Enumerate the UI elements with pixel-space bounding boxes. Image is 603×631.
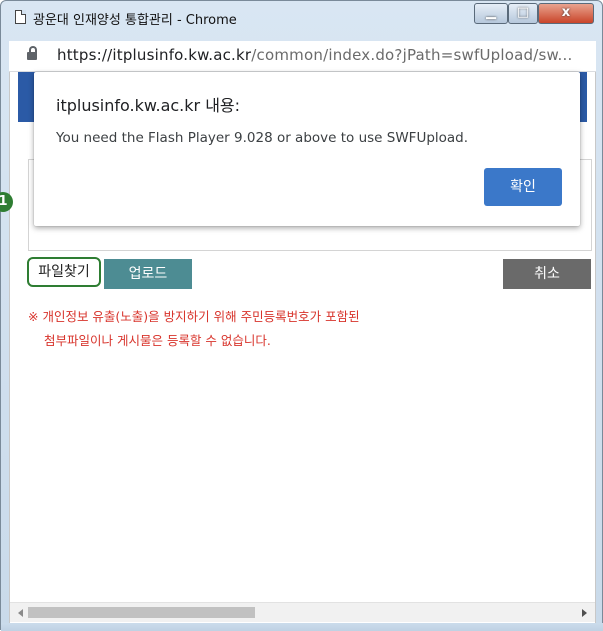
window-title: 광운대 인재양성 통합관리 - Chrome [33, 13, 237, 28]
alert-title: itplusinfo.kw.ac.kr 내용: [56, 96, 241, 115]
minimize-icon: ▁ [486, 5, 496, 20]
notice-line-2: 첨부파일이나 게시물은 등록할 수 없습니다. [44, 333, 271, 348]
close-button[interactable]: x [538, 3, 594, 24]
url-host: https://itplusinfo.kw.ac.kr [57, 46, 252, 64]
url-path: /common/index.do?jPath=swfUpload/sw... [251, 46, 573, 64]
maximize-icon: □ [516, 5, 530, 20]
scroll-right-icon[interactable] [582, 609, 587, 617]
scrollbar-thumb[interactable] [28, 607, 255, 618]
scroll-left-icon[interactable] [18, 609, 23, 617]
page-icon [15, 10, 26, 24]
horizontal-scrollbar[interactable] [10, 602, 595, 622]
close-icon: x [561, 5, 571, 20]
address-bar[interactable]: https://itplusinfo.kw.ac.kr/common/index… [9, 41, 596, 72]
privacy-notice: ※ 개인정보 유출(노출)을 방지하기 위해 주민등록번호가 포함된 첨부파일이… [28, 305, 360, 353]
notice-line-1: ※ 개인정보 유출(노출)을 방지하기 위해 주민등록번호가 포함된 [28, 309, 360, 324]
upload-button[interactable]: 업로드 [104, 259, 192, 289]
lock-icon[interactable] [27, 46, 37, 60]
alert-dialog: itplusinfo.kw.ac.kr 내용: You need the Fla… [34, 72, 580, 226]
find-file-button[interactable]: 파일찾기 [27, 257, 101, 287]
cancel-button[interactable]: 취소 [503, 259, 591, 289]
maximize-button[interactable]: □ [508, 3, 538, 24]
alert-message: You need the Flash Player 9.028 or above… [56, 130, 469, 146]
title-bar[interactable]: 광운대 인재양성 통합관리 - Chrome ▁ □ x [1, 1, 602, 35]
url-text[interactable]: https://itplusinfo.kw.ac.kr/common/index… [57, 46, 572, 64]
alert-ok-button[interactable]: 확인 [484, 168, 562, 206]
minimize-button[interactable]: ▁ [474, 3, 508, 24]
